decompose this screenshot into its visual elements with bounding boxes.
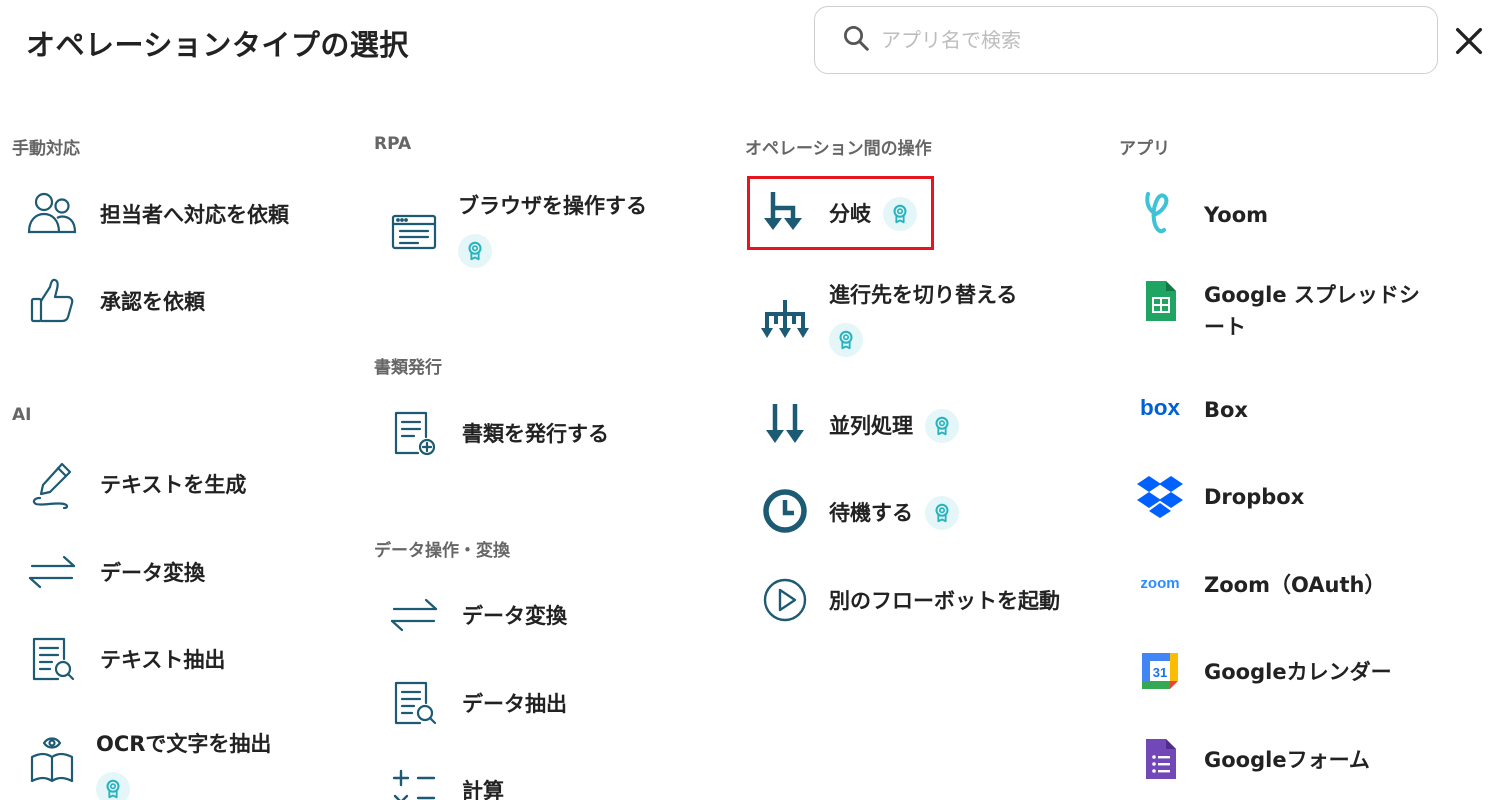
app-box[interactable]: box Box: [1132, 381, 1248, 437]
item-label: ブラウザを操作する: [458, 194, 647, 218]
item-label: Box: [1204, 398, 1248, 422]
page-title: オペレーションタイプの選択: [26, 28, 409, 62]
op-convert-data[interactable]: データ変換: [386, 587, 567, 643]
svg-text:zoom: zoom: [1140, 575, 1179, 592]
item-label: 分岐: [829, 202, 871, 226]
op-launch-flowbot[interactable]: 別のフローボットを起動: [757, 572, 1060, 628]
section-title-ai: AI: [12, 405, 32, 425]
premium-ribbon-icon: [925, 409, 959, 443]
op-parallel[interactable]: 並列処理: [757, 396, 959, 452]
item-label: Google スプレッドシート: [1204, 283, 1420, 339]
app-zoom[interactable]: zoom Zoom（OAuth）: [1132, 556, 1385, 612]
calculator-icon: [386, 762, 442, 800]
item-label: 並列処理: [829, 414, 913, 438]
arrows-swap-icon: [24, 544, 80, 600]
item-label: 待機する: [829, 501, 913, 525]
item-label: データ変換: [462, 604, 567, 628]
box-logo-icon: box: [1132, 381, 1188, 437]
op-switch-route[interactable]: 進行先を切り替える: [757, 266, 1017, 357]
book-eye-icon: [24, 731, 80, 787]
op-browser[interactable]: ブラウザを操作する: [386, 178, 647, 268]
item-label: 計算: [462, 779, 504, 800]
branch-icon: [757, 184, 813, 240]
parallel-icon: [757, 396, 813, 452]
op-request-assignee[interactable]: 担当者へ対応を依頼: [24, 186, 289, 242]
premium-ribbon-icon: [458, 234, 492, 268]
op-request-approval[interactable]: 承認を依頼: [24, 273, 205, 329]
op-issue-document[interactable]: 書類を発行する: [386, 405, 609, 461]
item-label: データ変換: [100, 561, 205, 585]
document-add-icon: [386, 405, 442, 461]
op-ocr[interactable]: OCRで文字を抽出: [24, 711, 271, 800]
zoom-logo-icon: zoom: [1132, 556, 1188, 612]
premium-ribbon-icon: [96, 772, 130, 800]
pen-icon: [24, 456, 80, 512]
play-circle-icon: [757, 572, 813, 628]
document-search-icon: [24, 631, 80, 687]
item-label: Googleフォーム: [1204, 748, 1370, 772]
thumbs-up-icon: [24, 273, 80, 329]
svg-text:box: box: [1140, 396, 1181, 420]
item-label: Googleカレンダー: [1204, 660, 1392, 684]
item-label: テキストを生成: [100, 473, 247, 497]
item-label: データ抽出: [462, 692, 567, 716]
item-label: Dropbox: [1204, 485, 1305, 509]
app-dropbox[interactable]: Dropbox: [1132, 468, 1304, 524]
item-label: 担当者へ対応を依頼: [100, 203, 289, 227]
item-label: Zoom（OAuth）: [1204, 573, 1386, 597]
op-wait[interactable]: 待機する: [757, 483, 959, 539]
item-label: 別のフローボットを起動: [829, 589, 1060, 613]
clock-icon: [757, 483, 813, 539]
search-input[interactable]: [881, 28, 1421, 52]
people-icon: [24, 186, 80, 242]
dropbox-logo-icon: [1132, 468, 1188, 524]
arrows-swap-icon: [386, 587, 442, 643]
switch-route-icon: [757, 292, 813, 348]
section-title-rpa: RPA: [374, 134, 412, 154]
op-extract-data[interactable]: データ抽出: [386, 675, 567, 731]
google-sheets-icon: [1132, 273, 1188, 329]
app-google-forms[interactable]: Googleフォーム: [1132, 731, 1370, 787]
op-ai-convert-data[interactable]: データ変換: [24, 544, 205, 600]
premium-ribbon-icon: [925, 496, 959, 530]
op-branch[interactable]: 分岐: [757, 184, 917, 240]
item-label: 書類を発行する: [462, 422, 609, 446]
premium-ribbon-icon: [883, 197, 917, 231]
google-calendar-icon: 31: [1132, 643, 1188, 699]
item-label: Yoom: [1204, 203, 1269, 227]
op-calculate[interactable]: 計算: [386, 762, 504, 800]
section-title-data-ops: データ操作・変換: [374, 541, 510, 561]
section-title-documents: 書類発行: [374, 358, 442, 378]
section-title-apps: アプリ: [1119, 139, 1170, 159]
google-forms-icon: [1132, 731, 1188, 787]
close-icon[interactable]: [1452, 24, 1486, 58]
app-yoom[interactable]: Yoom: [1132, 186, 1268, 242]
item-label: OCRで文字を抽出: [96, 732, 272, 756]
section-title-manual: 手動対応: [12, 139, 80, 159]
search-icon: [841, 23, 871, 57]
document-search-icon: [386, 675, 442, 731]
app-google-sheets[interactable]: Google スプレッドシート: [1132, 273, 1439, 343]
op-extract-text[interactable]: テキスト抽出: [24, 631, 225, 687]
app-google-calendar[interactable]: 31 Googleカレンダー: [1132, 643, 1392, 699]
section-title-between-ops: オペレーション間の操作: [745, 139, 932, 159]
search-box[interactable]: [814, 6, 1438, 74]
item-label: テキスト抽出: [100, 648, 226, 672]
item-label: 承認を依頼: [100, 290, 205, 314]
yoom-logo-icon: [1132, 186, 1188, 242]
premium-ribbon-icon: [829, 323, 863, 357]
op-generate-text[interactable]: テキストを生成: [24, 456, 246, 512]
browser-icon: [386, 204, 442, 260]
item-label: 進行先を切り替える: [829, 283, 1018, 307]
svg-text:31: 31: [1153, 665, 1167, 680]
